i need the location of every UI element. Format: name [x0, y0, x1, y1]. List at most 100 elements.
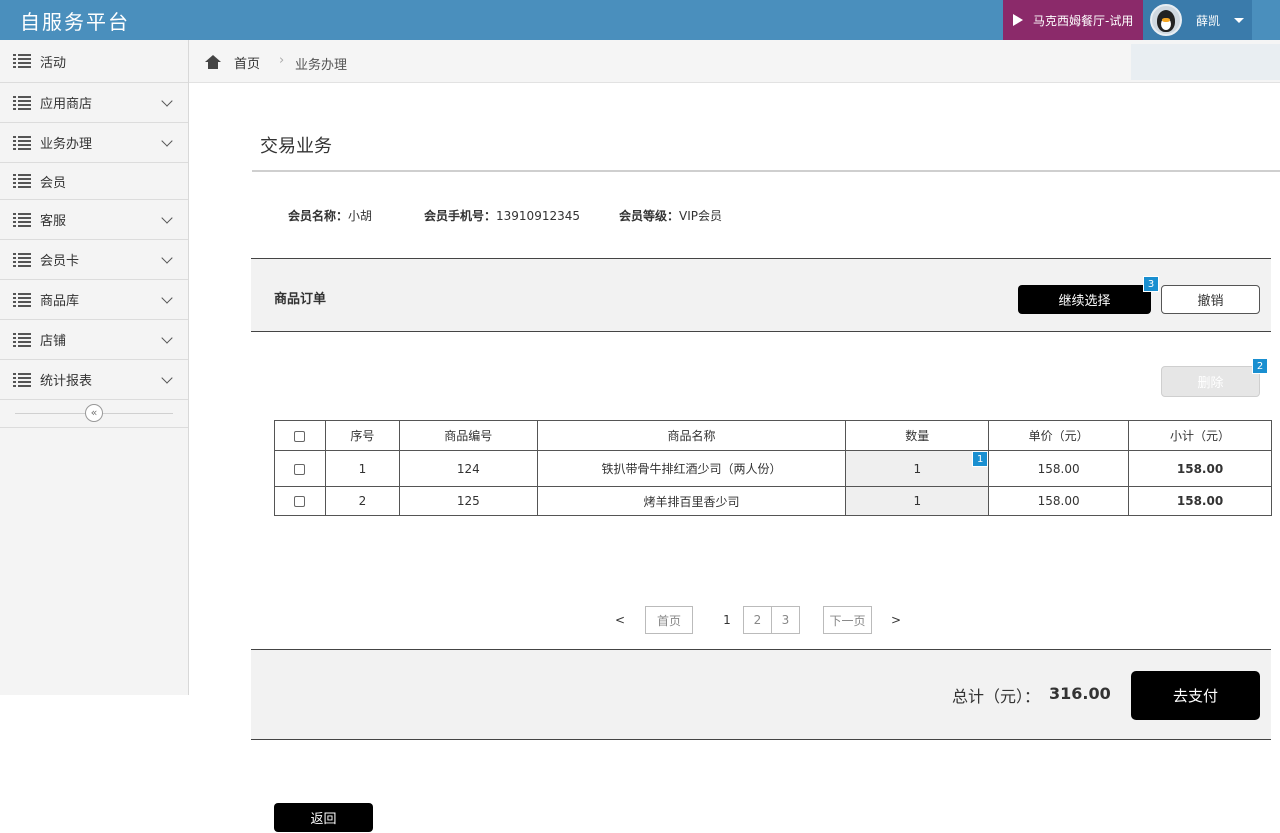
member-level: 会员等级：VIP会员 [619, 207, 722, 224]
caret-down-icon [1234, 17, 1245, 23]
sidebar: 活动 应用商店 业务办理 会员 客服 会员卡 商品库 店铺 统计报表 « [0, 40, 189, 695]
breadcrumb-current: 业务办理 [295, 58, 348, 73]
sidebar-item-store[interactable]: 店铺 [0, 320, 188, 360]
sidebar-item-members[interactable]: 会员 [0, 163, 188, 200]
column-header: 商品名称 [536, 420, 847, 451]
store-switch-button[interactable]: 马克西姆餐厅-试用 [1003, 0, 1143, 40]
sidebar-item-activity[interactable]: 活动 [0, 40, 188, 83]
row-price: 158.00 [988, 486, 1130, 516]
member-level-value: VIP会员 [679, 209, 723, 223]
order-header: 商品订单 继续选择 3 撤销 [251, 258, 1271, 332]
page-3-button[interactable]: 3 [771, 606, 800, 634]
row-code: 124 [398, 450, 538, 487]
sidebar-item-label: 客服 [40, 214, 67, 229]
member-name: 会员名称：小胡 [288, 207, 372, 224]
continue-count-badge: 3 [1143, 276, 1159, 292]
member-name-label: 会员名称： [288, 209, 349, 223]
total-label: 总计（元）： [952, 687, 1041, 706]
chevron-down-icon [161, 332, 173, 344]
store-label: 马克西姆餐厅-试用 [1033, 13, 1134, 28]
page-title: 交易业务 [260, 136, 332, 157]
pay-button[interactable]: 去支付 [1131, 671, 1260, 720]
chevron-down-icon [161, 135, 173, 147]
sidebar-item-product-library[interactable]: 商品库 [0, 280, 188, 320]
sidebar-item-reports[interactable]: 统计报表 [0, 360, 188, 400]
column-header: 商品编号 [398, 420, 538, 451]
list-icon [13, 135, 31, 150]
sidebar-item-label: 应用商店 [40, 97, 93, 112]
row-price: 158.00 [988, 450, 1130, 487]
sidebar-item-label: 业务办理 [40, 137, 93, 152]
sidebar-item-label: 店铺 [40, 334, 67, 349]
chevron-down-icon [161, 95, 173, 107]
sidebar-item-customer-service[interactable]: 客服 [0, 200, 188, 240]
member-name-value: 小胡 [348, 209, 373, 223]
sidebar-item-label: 会员卡 [40, 254, 80, 269]
chevron-down-icon [161, 292, 173, 304]
breadcrumb-home-link[interactable]: 首页 [234, 53, 260, 72]
title-divider [252, 170, 1280, 172]
member-level-label: 会员等级： [619, 209, 680, 223]
next-page-button[interactable]: > [886, 606, 906, 634]
play-icon [1013, 14, 1023, 26]
row-qty-cell[interactable]: 1 1 [845, 450, 990, 487]
list-icon [13, 252, 31, 267]
sidebar-item-business[interactable]: 业务办理 [0, 123, 188, 163]
next-page-label-button[interactable]: 下一页 [823, 606, 872, 634]
row-checkbox[interactable] [294, 463, 306, 475]
row-qty: 1 [913, 461, 922, 476]
row-qty-cell[interactable]: 1 [845, 486, 990, 516]
page-2-button[interactable]: 2 [743, 606, 772, 634]
continue-select-button[interactable]: 继续选择 [1018, 285, 1151, 314]
row-subtotal: 158.00 [1128, 450, 1272, 487]
list-icon [13, 174, 31, 188]
list-icon [13, 332, 31, 347]
chevron-down-icon [161, 252, 173, 264]
top-bar: 自服务平台 马克西姆餐厅-试用 薛凯 [0, 0, 1280, 40]
home-icon[interactable] [205, 55, 221, 69]
member-phone-value: 13910912345 [496, 209, 580, 223]
row-code: 125 [398, 486, 538, 516]
breadcrumb: 首页 › 业务办理 [189, 40, 1280, 83]
row-name: 烤羊排百里香少司 [536, 486, 847, 516]
order-title: 商品订单 [274, 292, 327, 307]
delete-button[interactable]: 删除 [1161, 366, 1260, 397]
sidebar-item-member-card[interactable]: 会员卡 [0, 240, 188, 280]
page-1-button[interactable]: 1 [716, 606, 738, 634]
sidebar-item-label: 活动 [40, 55, 67, 71]
member-phone: 会员手机号：13910912345 [424, 207, 580, 224]
breadcrumb-separator: › [279, 53, 285, 68]
collapse-sidebar-button[interactable]: « [85, 404, 103, 422]
back-button[interactable]: 返回 [274, 803, 373, 832]
chevron-down-icon [161, 212, 173, 224]
user-menu-button[interactable]: 薛凯 [1143, 0, 1252, 40]
brand-title: 自服务平台 [20, 10, 130, 34]
qty-badge: 1 [972, 451, 989, 467]
list-icon [13, 95, 31, 110]
chevron-down-icon [161, 372, 173, 384]
row-checkbox[interactable] [294, 496, 306, 507]
member-phone-label: 会员手机号： [424, 209, 497, 223]
sidebar-collapse-bar: « [0, 400, 188, 428]
cancel-button[interactable]: 撤销 [1161, 285, 1260, 314]
row-index: 2 [324, 486, 400, 516]
avatar [1150, 4, 1182, 36]
row-qty: 1 [913, 494, 922, 508]
column-header: 序号 [324, 420, 400, 451]
table-row: 1 124 铁扒带骨牛排红酒少司（两人份） 1 1 158.00 158.00 [274, 450, 1272, 487]
total-value: 316.00 [1049, 684, 1111, 703]
breadcrumb-right-panel [1131, 44, 1280, 80]
table-row: 2 125 烤羊排百里香少司 1 158.00 158.00 [274, 486, 1272, 516]
sidebar-item-app-store[interactable]: 应用商店 [0, 83, 188, 123]
prev-page-button[interactable]: < [610, 606, 630, 634]
row-select-cell [274, 486, 326, 516]
sidebar-item-label: 会员 [40, 175, 67, 191]
first-page-button[interactable]: 首页 [645, 606, 693, 634]
column-header: 小计（元） [1128, 420, 1272, 451]
total-bar: 总计（元）： 316.00 去支付 [251, 649, 1271, 740]
select-all-checkbox[interactable] [294, 430, 306, 442]
list-icon [13, 292, 31, 307]
column-header: 单价（元） [988, 420, 1130, 451]
table-header-row: 序号 商品编号 商品名称 数量 单价（元） 小计（元） [274, 420, 1272, 451]
column-header: 数量 [845, 420, 990, 451]
